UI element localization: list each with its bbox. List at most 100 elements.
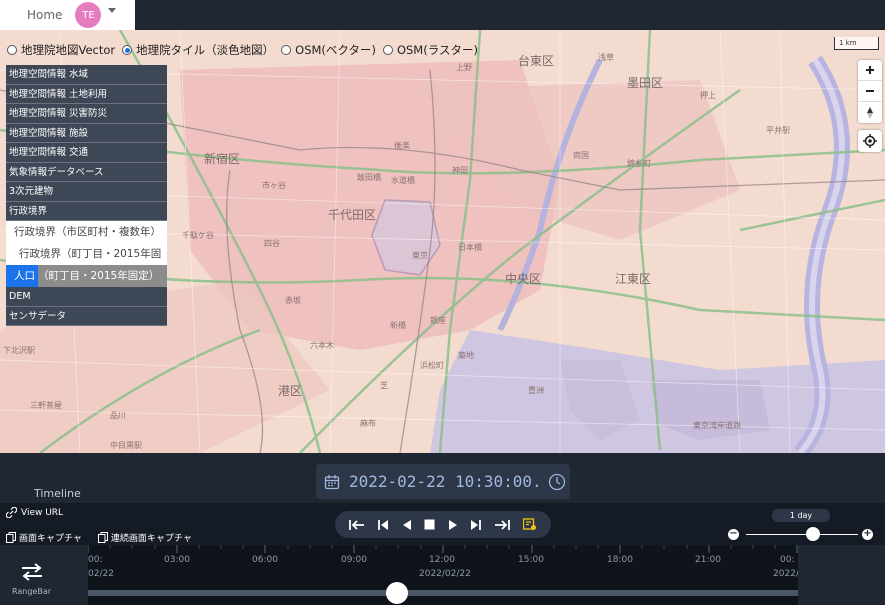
calendar-icon[interactable] [324,474,340,490]
place-label: 東京湾岸道路 [693,421,741,430]
place-label: 四谷 [264,239,280,248]
date-label: 2022/02/22 [419,569,471,579]
layer-item-traffic[interactable]: 地理空間情報 交通 [6,143,167,163]
playback-controls [335,511,551,538]
place-label: 日本橋 [458,243,482,252]
layer-sub-municipality[interactable]: 行政境界（市区町村・複数年） [6,221,167,243]
place-label: 築地 [458,351,474,360]
layer-item-3d-buildings[interactable]: 3次元建物 [6,182,167,202]
zoom-in-button[interactable] [858,60,882,81]
home-link[interactable]: Home [27,8,62,22]
basemap-option-gsi-vector[interactable]: 地理院地図Vector [7,42,115,58]
tick-label: 00: [88,555,103,565]
skip-back-icon [378,519,388,530]
crosshair-icon [863,134,877,148]
ward-label: 港区 [278,384,303,398]
date-label: 2022/ [773,569,799,579]
tick-label: 18:00 [607,555,633,565]
speed-slider-thumb[interactable] [806,527,821,541]
locate-button[interactable] [858,130,882,152]
layer-sub-town-block[interactable]: 行政境界（町丁目・2015年固 [6,243,167,265]
date-label: 02/22 [88,569,114,579]
place-label: 押上 [700,91,716,100]
jump-start-icon [349,519,365,530]
play-reverse-icon [402,519,411,530]
continuous-capture-button[interactable]: 連続画面キャプチャ [97,531,200,544]
place-label: 市ヶ谷 [262,181,286,190]
basemap-option-osm-raster[interactable]: OSM(ラスター) [382,42,478,58]
layer-item-weather[interactable]: 気象情報データベース [6,162,167,182]
step-back-button[interactable] [378,519,389,531]
datetime-display[interactable]: 2022-02-22 10:30:00. [316,464,570,499]
rangebar-track[interactable] [88,590,798,596]
stop-button[interactable] [424,519,435,530]
zoom-out-button[interactable] [858,81,882,102]
speed-decrease-button[interactable]: − [728,529,739,540]
timeline-title: Timeline [34,487,81,500]
datetime-value: 2022-02-22 10:30:00. [349,472,542,491]
layer-item-sensor[interactable]: センサデータ [6,306,167,326]
layer-item-water[interactable]: 地理空間情報 水域 [6,65,167,85]
stop-icon [424,519,435,530]
rangebar-thumb[interactable] [385,582,408,604]
map-view[interactable]: 新宿区 千代田区 台東区 墨田区 中央区 江東区 港区 四谷 飯田橋 後楽 水道… [0,30,885,453]
speed-increase-button[interactable]: + [862,529,873,540]
population-label-rest: （町丁目・2015年固定） [38,270,160,282]
time-settings-button[interactable] [522,518,537,531]
place-label: 千駄ケ谷 [182,231,214,240]
range-bar: RangeBar 00: 03:00 06:00 09:00 12:00 15:… [0,545,885,605]
place-label: 三軒茶屋 [30,401,62,410]
play-reverse-button[interactable] [402,519,412,531]
radio-selected-icon[interactable] [122,45,133,55]
jump-to-end-button[interactable] [494,519,510,531]
layer-item-facilities[interactable]: 地理空間情報 施設 [6,123,167,143]
step-forward-button[interactable] [470,519,482,531]
jump-to-start-button[interactable] [349,519,365,531]
place-label: 浜松町 [420,361,444,370]
rangebar-label: RangeBar [12,587,52,596]
compass-button[interactable] [858,102,882,123]
copy-icon [97,532,108,543]
layer-item-admin-boundary[interactable]: 行政境界 [6,201,167,221]
speed-value: 1 day [772,509,830,522]
radio-icon[interactable] [7,45,17,55]
basemap-selector: 地理院地図Vector 地理院タイル（淡色地図） OSM(ベクター) OSM(ラ… [7,42,485,58]
place-label: 豊洲 [528,386,544,395]
basemap-option-gsi-tile[interactable]: 地理院タイル（淡色地図） [122,42,274,58]
copy-icon [6,532,16,543]
skip-forward-icon [471,519,482,530]
speed-slider-track[interactable] [746,534,858,535]
screen-capture-button[interactable]: 画面キャプチャ [6,531,90,544]
top-bar: Home TE [0,0,135,30]
place-label: 水道橋 [391,176,415,185]
rangebar-toggle-button[interactable]: RangeBar [0,545,66,605]
zoom-control [858,60,882,123]
tick-label: 15:00 [518,555,544,565]
tick-label: 12:00 [429,555,455,565]
user-menu-caret-icon[interactable] [108,7,117,13]
ward-label: 新宿区 [204,152,241,166]
view-url-label: View URL [21,507,64,518]
radio-icon[interactable] [382,45,393,55]
place-label: 下北沢駅 [3,346,35,355]
tick-label: 00: [780,555,795,565]
layer-item-disaster[interactable]: 地理空間情報 災害防災 [6,104,167,124]
clock-icon[interactable] [548,473,566,491]
layer-item-landuse[interactable]: 地理空間情報 土地利用 [6,84,167,104]
ward-label: 台東区 [518,54,555,68]
basemap-label: OSM(ベクター) [295,43,376,57]
play-button[interactable] [448,519,458,531]
ward-label: 中央区 [505,272,542,286]
layer-item-dem[interactable]: DEM [6,287,167,307]
timeline-controls: View URL 画面キャプチャ 連続画面キャプチャ 1 day − + [0,503,885,545]
basemap-option-osm-vector[interactable]: OSM(ベクター) [281,42,376,58]
radio-icon[interactable] [281,45,292,55]
view-url-button[interactable]: View URL [6,507,63,518]
layer-sub-population[interactable]: 人口 （町丁目・2015年固定） [6,265,167,287]
place-label: 赤坂 [285,296,301,305]
timeline-panel: Timeline 2022-02-22 10:30:00. View URL 画… [0,453,885,605]
time-axis[interactable]: 00: 03:00 06:00 09:00 12:00 15:00 18:00 … [88,545,799,605]
minus-icon [866,90,874,92]
tick-label: 06:00 [252,555,278,565]
user-avatar[interactable]: TE [75,2,102,28]
